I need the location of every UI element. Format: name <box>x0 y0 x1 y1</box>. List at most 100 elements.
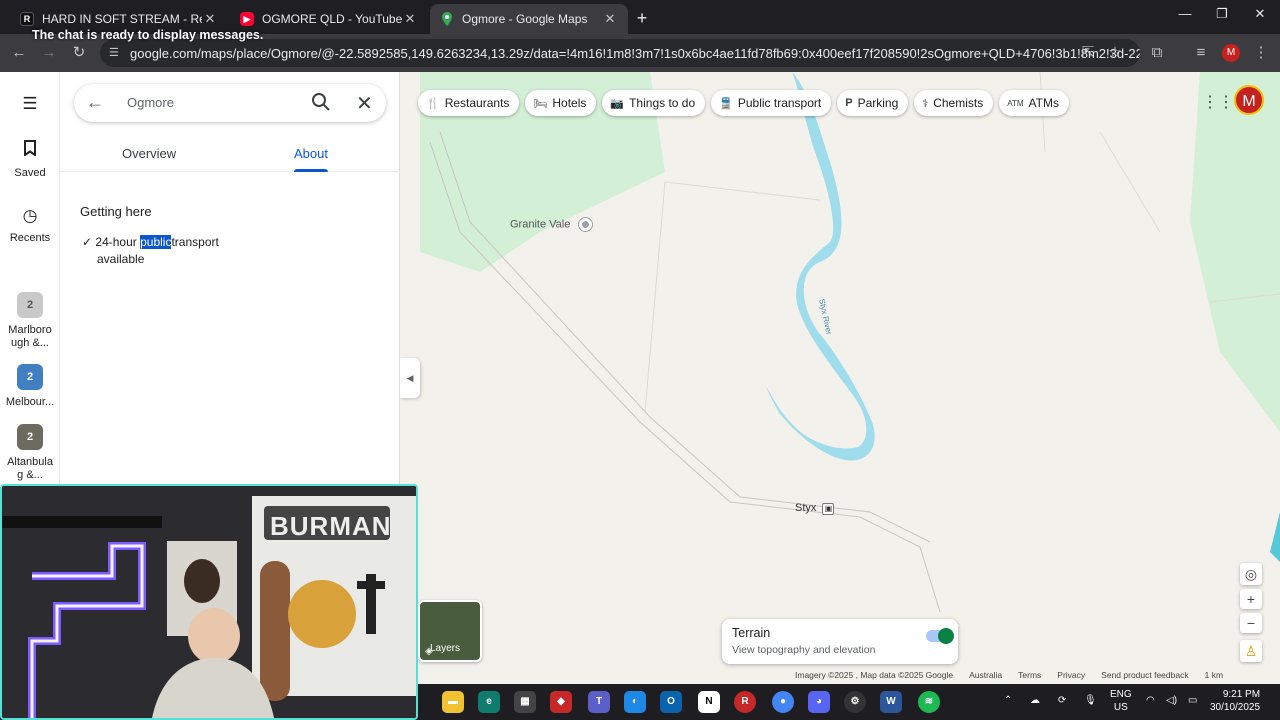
settings-icon[interactable]: ⚙ <box>844 691 866 713</box>
teams-icon[interactable]: T <box>588 691 610 713</box>
tab-overview[interactable]: Overview <box>122 146 176 161</box>
recent-place-1[interactable]: 2 Marlboro ugh &... <box>0 292 60 350</box>
word-icon[interactable]: W <box>880 691 902 713</box>
reload-icon[interactable]: ↻ <box>68 42 90 64</box>
pegman-icon[interactable]: ♙ <box>1240 640 1262 662</box>
region-text: US <box>1113 702 1128 713</box>
chip-atms[interactable]: ATM ATMs <box>999 90 1069 116</box>
tab-about[interactable]: About <box>294 146 328 161</box>
layers-text: Layers <box>430 643 461 654</box>
train-station-icon: ▣ <box>822 503 835 515</box>
maximize-button[interactable]: ❐ <box>1207 6 1237 22</box>
layers-button[interactable]: ◈ Layers <box>418 600 482 662</box>
tab-maps[interactable]: Ogmore - Google Maps ✕ <box>430 4 628 34</box>
amenity-line2: available <box>97 252 145 266</box>
map-canvas[interactable]: 🍴 Restaurants 🛏 Hotels 📷 Things to do 🚆 Publ… <box>400 72 1280 684</box>
discord-icon[interactable]: ◕ <box>808 691 830 713</box>
terrain-toggle[interactable] <box>926 628 954 644</box>
restaurant-icon: 🍴 <box>426 97 440 110</box>
chrome-icon[interactable]: ● <box>772 691 794 713</box>
chip-label: Chemists <box>933 96 984 110</box>
hotel-icon: 🛏 <box>533 97 548 110</box>
forward-arrow-icon[interactable]: → <box>38 42 60 64</box>
tray-sync-icon[interactable]: ⟳ <box>1058 694 1066 707</box>
recent-place-label: Marlboro ugh &... <box>8 324 52 349</box>
tray-app-icon[interactable]: ☁ <box>1030 694 1040 707</box>
tray-chevron-icon[interactable]: ⌃ <box>1004 694 1012 707</box>
window-close-button[interactable]: ✕ <box>1245 6 1275 22</box>
parking-icon: P <box>845 97 853 109</box>
install-app-icon[interactable]: ⇱ <box>1077 42 1099 64</box>
close-icon[interactable]: ✕ <box>602 11 618 27</box>
search-icon[interactable] <box>310 91 332 113</box>
chip-hotels[interactable]: 🛏 Hotels <box>525 90 597 116</box>
zoom-in-button[interactable]: + <box>1240 589 1262 609</box>
chip-restaurants[interactable]: 🍴 Restaurants <box>418 90 520 116</box>
boundary-lines <box>644 72 1280 413</box>
edge-icon[interactable]: e <box>478 691 500 713</box>
footer-terms[interactable]: Terms <box>1018 670 1041 680</box>
chip-chemists[interactable]: ⚕ Chemists <box>914 90 994 116</box>
outlook-icon[interactable]: O <box>660 691 682 713</box>
zoom-out-button[interactable]: − <box>1240 613 1262 633</box>
hamburger-menu-icon[interactable]: ☰ <box>0 94 60 120</box>
notion-icon[interactable]: N <box>698 691 720 713</box>
chip-public-transport[interactable]: 🚆 Public transport <box>711 90 832 116</box>
spotify-icon[interactable]: ≋ <box>918 691 940 713</box>
place-label-granite-vale[interactable]: Granite Vale <box>510 218 593 231</box>
back-arrow-icon[interactable]: ← <box>86 92 104 113</box>
vegetation-area <box>1190 72 1280 432</box>
close-icon[interactable]: ✕ <box>202 11 218 27</box>
footer-feedback[interactable]: Send product feedback <box>1101 670 1188 680</box>
place-name: Styx <box>795 502 817 514</box>
volume-icon[interactable]: ◁) <box>1166 694 1177 707</box>
recent-place-3[interactable]: 2 Altanbula g &... <box>0 424 60 482</box>
shield-icon[interactable]: ◆ <box>550 691 572 713</box>
recent-place-label: Melbour... <box>5 396 55 408</box>
site-info-icon[interactable]: ☰ <box>109 46 123 60</box>
minimize-button[interactable]: — <box>1170 6 1200 21</box>
recents-button[interactable]: ◷ Recents <box>0 206 60 244</box>
app-icon[interactable]: R <box>734 691 756 713</box>
place-label-styx[interactable]: Styx ▣ <box>795 502 835 515</box>
chip-parking[interactable]: P Parking <box>837 90 909 116</box>
highlighted-text: public <box>140 235 172 249</box>
terrain-toggle-card[interactable]: Terrain View topography and elevation <box>722 619 958 664</box>
search-input[interactable]: Ogmore <box>127 95 174 110</box>
store-icon[interactable]: ▦ <box>514 691 536 713</box>
my-location-icon[interactable]: ◎ <box>1240 563 1262 585</box>
terrain-title: Terrain <box>732 626 771 640</box>
footer-country[interactable]: Australia <box>969 670 1002 680</box>
bookmark-star-icon[interactable]: ☆ <box>1104 42 1126 64</box>
profile-avatar[interactable]: M <box>1222 44 1240 62</box>
reading-list-icon[interactable]: ≡ <box>1190 42 1212 64</box>
place-pin-icon <box>579 218 593 231</box>
extensions-icon[interactable]: ⧉ <box>1146 42 1168 64</box>
wifi-icon[interactable]: ◠ <box>1146 694 1155 707</box>
file-explorer-icon[interactable]: ▬ <box>442 691 464 713</box>
address-bar[interactable]: ☰ google.com/maps/place/Ogmore/@-22.5892… <box>100 39 1140 67</box>
collapse-panel-button[interactable]: ◀ <box>400 358 420 398</box>
search-box[interactable]: ← Ogmore ✕ <box>74 84 386 122</box>
microphone-icon[interactable]: 🎙 <box>1084 694 1097 707</box>
close-icon[interactable]: ✕ <box>356 91 373 116</box>
clock[interactable]: 9:21 PM 30/10/2025 <box>1210 688 1260 714</box>
section-title: Getting here <box>80 204 152 219</box>
new-tab-button[interactable]: + <box>632 8 652 29</box>
scale-label[interactable]: 1 km <box>1205 670 1223 680</box>
recent-place-2[interactable]: 2 Melbour... <box>0 364 60 408</box>
language-indicator[interactable]: ENG US <box>1110 688 1132 714</box>
browser-icon[interactable]: ◐ <box>624 691 646 713</box>
atm-icon: ATM <box>1007 98 1024 108</box>
place-tabs: Overview About <box>60 132 400 172</box>
footer-privacy[interactable]: Privacy <box>1057 670 1085 680</box>
back-arrow-icon[interactable]: ← <box>8 42 30 64</box>
chip-things-to-do[interactable]: 📷 Things to do <box>602 90 706 116</box>
recent-thumb: 2 <box>17 364 43 390</box>
menu-kebab-icon[interactable]: ⋮ <box>1250 42 1272 64</box>
lang-text: ENG <box>1110 689 1132 700</box>
saved-button[interactable]: Saved <box>0 140 60 179</box>
account-avatar[interactable]: M <box>1234 85 1264 115</box>
battery-icon[interactable]: ▭ <box>1188 694 1197 707</box>
close-icon[interactable]: ✕ <box>402 11 418 27</box>
